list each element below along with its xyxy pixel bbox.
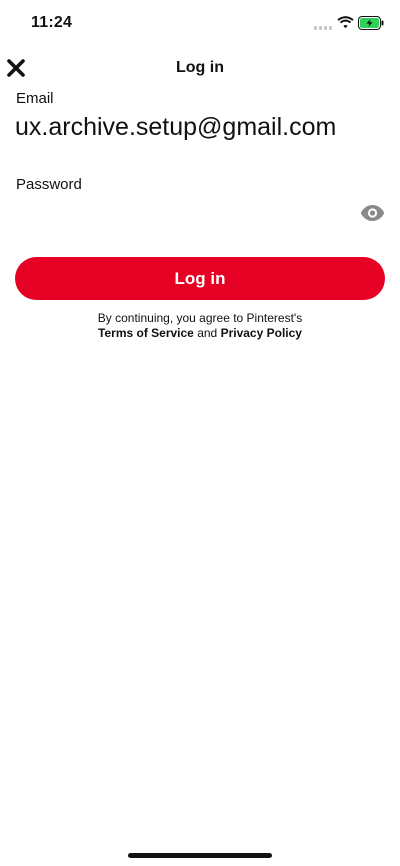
password-label: Password <box>16 176 82 193</box>
login-button[interactable]: Log in <box>15 257 385 300</box>
legal-links: Terms of Service and Privacy Policy <box>0 326 400 341</box>
email-field[interactable] <box>15 113 387 142</box>
email-label: Email <box>16 90 54 107</box>
legal-prefix: By continuing, you agree to Pinterest's <box>97 311 303 325</box>
legal-disclaimer: By continuing, you agree to Pinterest's … <box>0 311 400 341</box>
page-title: Log in <box>176 59 224 76</box>
terms-of-service-link[interactable]: Terms of Service <box>98 326 194 340</box>
wifi-icon <box>337 16 354 29</box>
eye-icon[interactable] <box>360 204 385 222</box>
battery-icon <box>358 16 384 30</box>
status-time: 11:24 <box>31 14 73 31</box>
password-field[interactable] <box>16 200 346 228</box>
status-bar: 11:24 <box>0 0 400 48</box>
privacy-policy-link[interactable]: Privacy Policy <box>221 326 302 340</box>
legal-connector: and <box>197 326 218 340</box>
cellular-signal-icon <box>314 25 334 30</box>
home-indicator[interactable] <box>128 853 272 858</box>
nav-bar: Log in <box>0 52 400 86</box>
